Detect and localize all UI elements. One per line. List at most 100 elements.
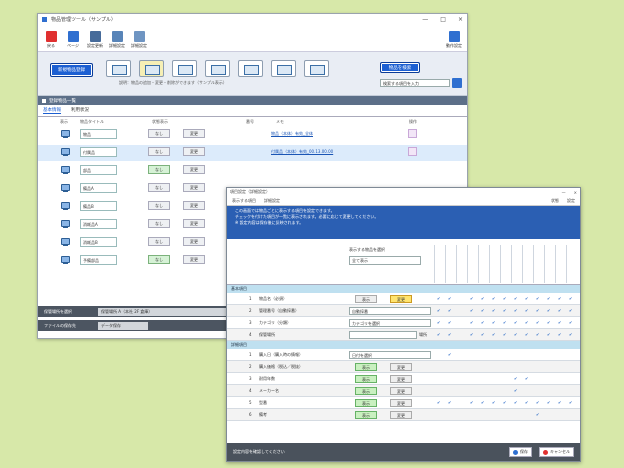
check-icon[interactable]: ✔: [536, 332, 541, 337]
change-button[interactable]: 変更: [183, 255, 205, 264]
edit-icon[interactable]: [408, 147, 417, 156]
item-name[interactable]: 部品: [80, 165, 117, 175]
check-icon[interactable]: ✔: [514, 388, 519, 393]
image-icon[interactable]: [139, 60, 164, 77]
change-button[interactable]: 変更: [183, 165, 205, 174]
check-icon[interactable]: ✔: [514, 296, 519, 301]
check-icon[interactable]: ✔: [569, 296, 574, 301]
change-button[interactable]: 変更: [390, 399, 412, 407]
dialog-minimize-button[interactable]: —: [562, 190, 566, 195]
status-button[interactable]: なし: [148, 183, 170, 192]
check-icon[interactable]: ✔: [448, 308, 453, 313]
check-icon[interactable]: ✔: [525, 400, 530, 405]
change-button[interactable]: 変更: [183, 129, 205, 138]
change-button[interactable]: 変更: [183, 201, 205, 210]
item-dropdown[interactable]: [349, 331, 417, 339]
check-icon[interactable]: ✔: [558, 296, 563, 301]
check-icon[interactable]: ✔: [569, 320, 574, 325]
page-button[interactable]: ページ: [63, 31, 83, 49]
change-button[interactable]: 変更: [183, 183, 205, 192]
check-icon[interactable]: ✔: [536, 412, 541, 417]
tab-basic[interactable]: 基本情報: [43, 107, 61, 114]
check-icon[interactable]: ✔: [547, 332, 552, 337]
check-icon[interactable]: ✔: [481, 296, 486, 301]
check-icon[interactable]: ✔: [481, 320, 486, 325]
check-icon[interactable]: ✔: [536, 308, 541, 313]
memo-link[interactable]: 付属品（本体）有効_00.13.00.00: [271, 149, 333, 155]
item-name[interactable]: 備品A: [80, 183, 117, 193]
check-icon[interactable]: ✔: [547, 296, 552, 301]
check-icon[interactable]: ✔: [448, 320, 453, 325]
image-icon-5[interactable]: [271, 60, 296, 77]
status-button[interactable]: なし: [148, 129, 170, 138]
change-button[interactable]: 変更: [390, 375, 412, 383]
change-button[interactable]: 変更: [390, 387, 412, 395]
status-button[interactable]: なし: [148, 165, 170, 174]
show-button[interactable]: 表示: [355, 363, 377, 371]
item-dropdown[interactable]: 日付を選択: [349, 351, 431, 359]
check-icon[interactable]: ✔: [514, 308, 519, 313]
check-icon[interactable]: ✔: [470, 296, 475, 301]
check-icon[interactable]: ✔: [492, 296, 497, 301]
check-icon[interactable]: ✔: [448, 296, 453, 301]
item-name[interactable]: 予備部品: [80, 255, 117, 265]
check-icon[interactable]: ✔: [558, 308, 563, 313]
change-button[interactable]: 変更: [183, 237, 205, 246]
check-icon[interactable]: ✔: [470, 308, 475, 313]
detail-button[interactable]: 詳細設定: [107, 31, 127, 49]
image-icon-4[interactable]: [238, 60, 263, 77]
check-icon[interactable]: ✔: [448, 352, 453, 357]
check-icon[interactable]: ✔: [536, 296, 541, 301]
settings-button[interactable]: 動作設定: [444, 31, 464, 49]
check-icon[interactable]: ✔: [481, 400, 486, 405]
status-button[interactable]: なし: [148, 237, 170, 246]
show-button[interactable]: 表示: [355, 411, 377, 419]
check-icon[interactable]: ✔: [503, 296, 508, 301]
check-icon[interactable]: ✔: [525, 320, 530, 325]
check-icon[interactable]: ✔: [569, 308, 574, 313]
change-button[interactable]: 変更: [390, 363, 412, 371]
search-icon[interactable]: [452, 78, 462, 88]
status-button[interactable]: なし: [148, 255, 170, 264]
check-icon[interactable]: ✔: [437, 320, 442, 325]
check-icon[interactable]: ✔: [492, 332, 497, 337]
check-icon[interactable]: ✔: [525, 308, 530, 313]
storage-location-field[interactable]: 保管場所 A（本社 2F 倉庫）: [98, 307, 236, 316]
dialog-tool-detail[interactable]: 詳細設定: [264, 198, 280, 204]
change-button[interactable]: 変更: [183, 147, 205, 156]
item-name[interactable]: 消耗品A: [80, 219, 117, 229]
item-dropdown[interactable]: 自動採番: [349, 307, 431, 315]
check-icon[interactable]: ✔: [514, 332, 519, 337]
check-icon[interactable]: ✔: [503, 332, 508, 337]
check-icon[interactable]: ✔: [536, 320, 541, 325]
print-icon[interactable]: [106, 60, 131, 77]
search-select[interactable]: 検索する項目を入力: [380, 79, 450, 87]
check-icon[interactable]: ✔: [503, 400, 508, 405]
save-button[interactable]: 保存: [509, 447, 532, 457]
check-icon[interactable]: ✔: [470, 320, 475, 325]
close-button[interactable]: ×: [458, 16, 463, 23]
status-button[interactable]: なし: [148, 147, 170, 156]
search-button[interactable]: 物品を検索: [380, 62, 420, 73]
table-row[interactable]: 付属品 なし 変更 付属品（本体）有効_00.13.00.00: [38, 145, 467, 161]
table-row[interactable]: 物品 なし 変更 物品（本体）有効_全体: [38, 127, 467, 143]
status-button[interactable]: なし: [148, 219, 170, 228]
check-icon[interactable]: ✔: [437, 332, 442, 337]
check-icon[interactable]: ✔: [547, 320, 552, 325]
check-icon[interactable]: ✔: [492, 400, 497, 405]
check-icon[interactable]: ✔: [437, 296, 442, 301]
item-name[interactable]: 消耗品B: [80, 237, 117, 247]
check-icon[interactable]: ✔: [503, 308, 508, 313]
back-button[interactable]: 戻る: [41, 31, 61, 49]
change-button[interactable]: 変更: [183, 219, 205, 228]
check-icon[interactable]: ✔: [514, 400, 519, 405]
check-icon[interactable]: ✔: [437, 400, 442, 405]
check-icon[interactable]: ✔: [525, 376, 530, 381]
dialog-close-button[interactable]: ×: [574, 190, 577, 195]
show-button[interactable]: 表示: [355, 295, 377, 303]
check-icon[interactable]: ✔: [569, 332, 574, 337]
show-button[interactable]: 表示: [355, 399, 377, 407]
check-icon[interactable]: ✔: [525, 332, 530, 337]
check-icon[interactable]: ✔: [558, 400, 563, 405]
check-icon[interactable]: ✔: [547, 400, 552, 405]
